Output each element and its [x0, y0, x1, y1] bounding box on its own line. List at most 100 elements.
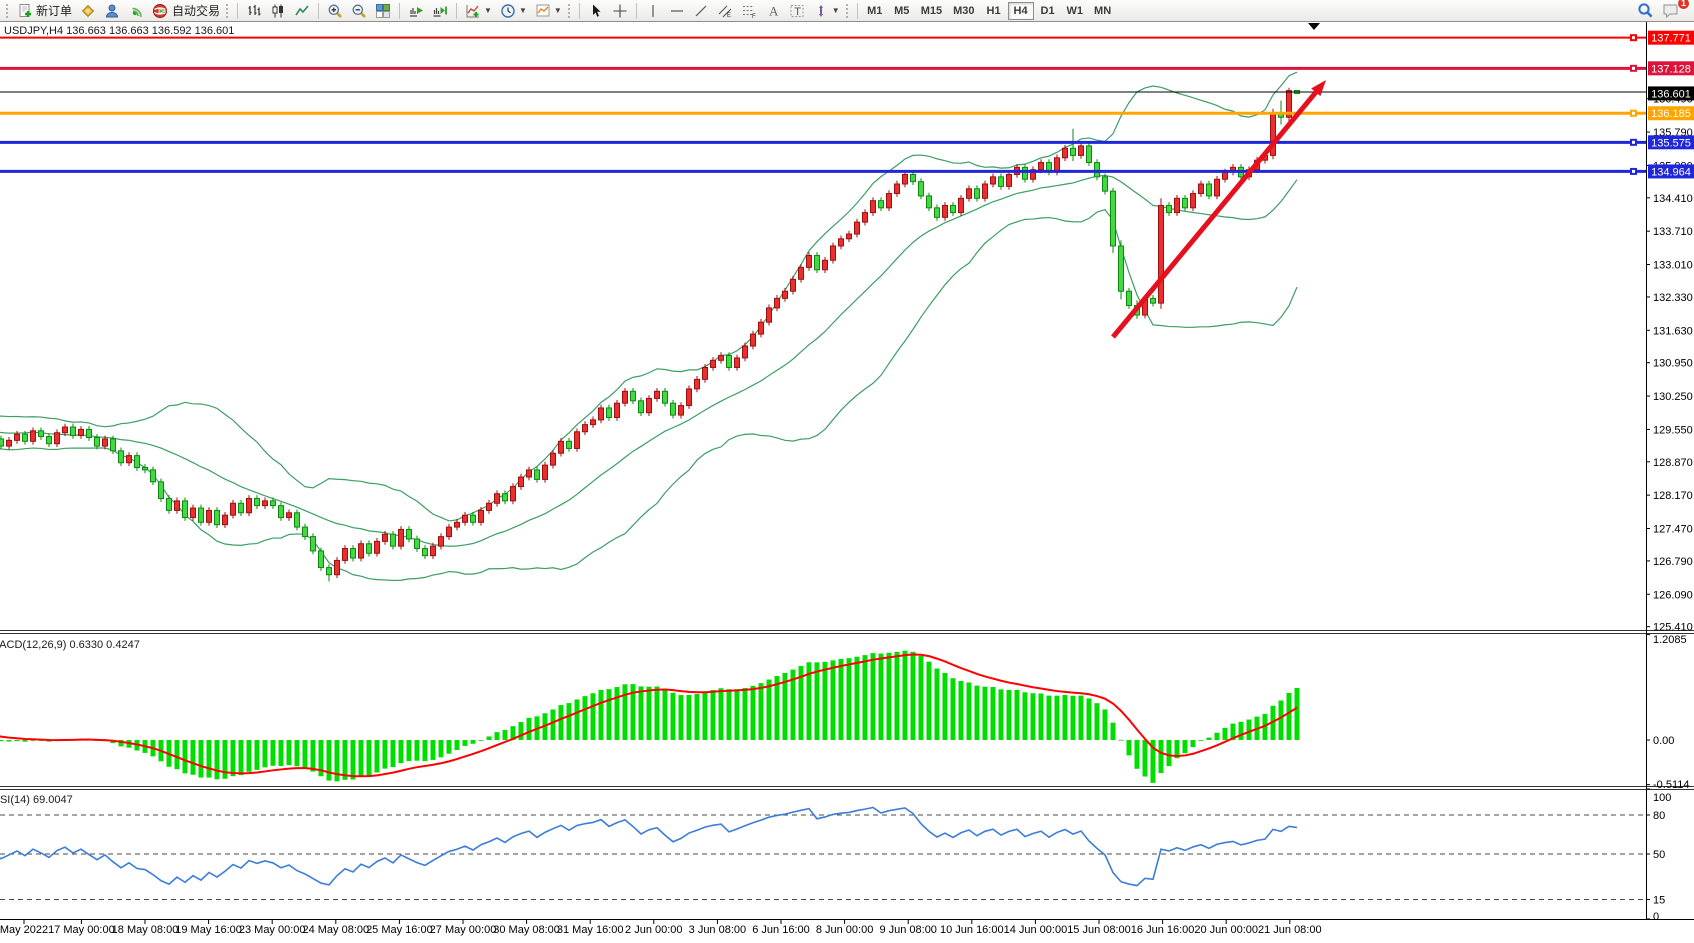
- equidistant-channel-button[interactable]: E: [713, 1, 737, 21]
- svg-text:17 May 00:00: 17 May 00:00: [48, 924, 115, 936]
- svg-text:27 May 00:00: 27 May 00:00: [430, 924, 497, 936]
- terminal-window: 新订单 自动交易: [0, 0, 1694, 943]
- tile-windows-button[interactable]: [371, 1, 395, 21]
- svg-text:20 Jun 00:00: 20 Jun 00:00: [1194, 924, 1258, 936]
- svg-text:132.330: 132.330: [1653, 292, 1693, 304]
- svg-text:133.710: 133.710: [1653, 226, 1693, 238]
- timeframe-M5[interactable]: M5: [889, 2, 915, 20]
- bar-chart-button[interactable]: [242, 1, 266, 21]
- timeframe-D1[interactable]: D1: [1035, 2, 1061, 20]
- zoom-in-icon: [327, 3, 343, 19]
- svg-text:8 Jun 00:00: 8 Jun 00:00: [816, 924, 874, 936]
- text-label-icon: T: [789, 3, 805, 19]
- fibonacci-button[interactable]: F: [737, 1, 761, 21]
- svg-text:133.010: 133.010: [1653, 260, 1693, 272]
- macd-indicator-label: MACD(12,26,9) 0.6330 0.4247: [0, 639, 140, 651]
- svg-text:May 2022: May 2022: [0, 924, 48, 936]
- svg-text:23 May 00:00: 23 May 00:00: [239, 924, 306, 936]
- toolbar-separator: [579, 3, 580, 19]
- signals-button[interactable]: [124, 1, 148, 21]
- timeframe-M15[interactable]: M15: [916, 2, 947, 20]
- timeframe-W1[interactable]: W1: [1062, 2, 1089, 20]
- market-watch-icon: [80, 3, 96, 19]
- toolbar-grip[interactable]: [568, 4, 571, 18]
- svg-text:136.185: 136.185: [1651, 108, 1691, 120]
- vertical-line-button[interactable]: [641, 1, 665, 21]
- price-chart-svg[interactable]: 136.490135.790135.090134.410133.710133.0…: [0, 0, 1694, 943]
- trendline-button[interactable]: [689, 1, 713, 21]
- svg-text:-0.5114: -0.5114: [1653, 779, 1690, 791]
- crosshair-icon: [612, 3, 628, 19]
- zoom-out-icon: [351, 3, 367, 19]
- bar-chart-icon: [246, 3, 262, 19]
- new-order-icon: [17, 3, 33, 19]
- svg-text:50: 50: [1653, 849, 1665, 861]
- timeframe-MN[interactable]: MN: [1089, 2, 1116, 20]
- svg-text:15: 15: [1653, 895, 1665, 907]
- timeframe-H1[interactable]: H1: [981, 2, 1007, 20]
- svg-text:10 Jun 16:00: 10 Jun 16:00: [940, 924, 1004, 936]
- toolbar-grip[interactable]: [846, 4, 849, 18]
- navigator-person-icon: [104, 3, 120, 19]
- crosshair-button[interactable]: [608, 1, 632, 21]
- new-order-label: 新订单: [36, 2, 72, 19]
- chevron-down-icon: ▼: [519, 7, 527, 15]
- channel-icon: E: [717, 3, 733, 19]
- autotrading-button[interactable]: 自动交易: [148, 1, 224, 21]
- tile-windows-icon: [375, 3, 391, 19]
- svg-text:134.964: 134.964: [1651, 166, 1691, 178]
- toolbar-grip[interactable]: [226, 4, 229, 18]
- cursor-button[interactable]: [584, 1, 608, 21]
- svg-text:0: 0: [1653, 911, 1659, 923]
- toolbar-grip[interactable]: [6, 4, 9, 18]
- periods-button[interactable]: ▼: [496, 1, 531, 21]
- horizontal-line-icon: [669, 3, 685, 19]
- navigator-button[interactable]: [100, 1, 124, 21]
- svg-text:31 May 16:00: 31 May 16:00: [557, 924, 624, 936]
- toolbar-separator: [399, 3, 400, 19]
- line-chart-button[interactable]: [290, 1, 314, 21]
- auto-scroll-icon: [408, 3, 424, 19]
- templates-button[interactable]: ▼: [531, 1, 566, 21]
- svg-text:A: A: [769, 3, 779, 18]
- trendline-icon: [693, 3, 709, 19]
- svg-text:127.470: 127.470: [1653, 524, 1693, 536]
- svg-text:2 Jun 00:00: 2 Jun 00:00: [625, 924, 683, 936]
- svg-text:134.410: 134.410: [1653, 193, 1693, 205]
- svg-text:15 Jun 08:00: 15 Jun 08:00: [1067, 924, 1131, 936]
- text-button[interactable]: A: [761, 1, 785, 21]
- svg-text:9 Jun 08:00: 9 Jun 08:00: [879, 924, 937, 936]
- market-watch-button[interactable]: [76, 1, 100, 21]
- rsi-indicator-label: RSI(14) 69.0047: [0, 794, 73, 806]
- notification-badge[interactable]: 1: [1677, 0, 1690, 10]
- cursor-arrow-icon: [588, 3, 604, 19]
- svg-text:1.2085: 1.2085: [1653, 634, 1687, 646]
- arrows-button[interactable]: ▼: [809, 1, 844, 21]
- candlestick-chart-button[interactable]: [266, 1, 290, 21]
- toolbar-separator: [636, 3, 637, 19]
- indicators-button[interactable]: ▼: [461, 1, 496, 21]
- chart-shift-button[interactable]: [428, 1, 452, 21]
- new-order-button[interactable]: 新订单: [13, 1, 76, 21]
- auto-scroll-button[interactable]: [404, 1, 428, 21]
- timeframe-H4[interactable]: H4: [1008, 2, 1034, 20]
- horizontal-line-button[interactable]: [665, 1, 689, 21]
- svg-text:6 Jun 16:00: 6 Jun 16:00: [752, 924, 810, 936]
- svg-text:E: E: [727, 13, 731, 19]
- timeframe-M30[interactable]: M30: [948, 2, 979, 20]
- timeframe-M1[interactable]: M1: [862, 2, 888, 20]
- clock-icon: [500, 3, 516, 19]
- chart-canvas[interactable]: USDJPY,H4 136.663 136.663 136.592 136.60…: [0, 22, 1694, 943]
- zoom-out-button[interactable]: [347, 1, 371, 21]
- line-chart-icon: [294, 3, 310, 19]
- chevron-down-icon: ▼: [554, 7, 562, 15]
- svg-text:128.170: 128.170: [1653, 490, 1693, 502]
- templates-icon: [535, 3, 551, 19]
- svg-text:137.128: 137.128: [1651, 63, 1691, 75]
- search-button[interactable]: [1633, 1, 1658, 21]
- chevron-down-icon: ▼: [484, 7, 492, 15]
- zoom-in-button[interactable]: [323, 1, 347, 21]
- svg-text:128.870: 128.870: [1653, 457, 1693, 469]
- text-label-button[interactable]: T: [785, 1, 809, 21]
- svg-text:0.00: 0.00: [1653, 735, 1674, 747]
